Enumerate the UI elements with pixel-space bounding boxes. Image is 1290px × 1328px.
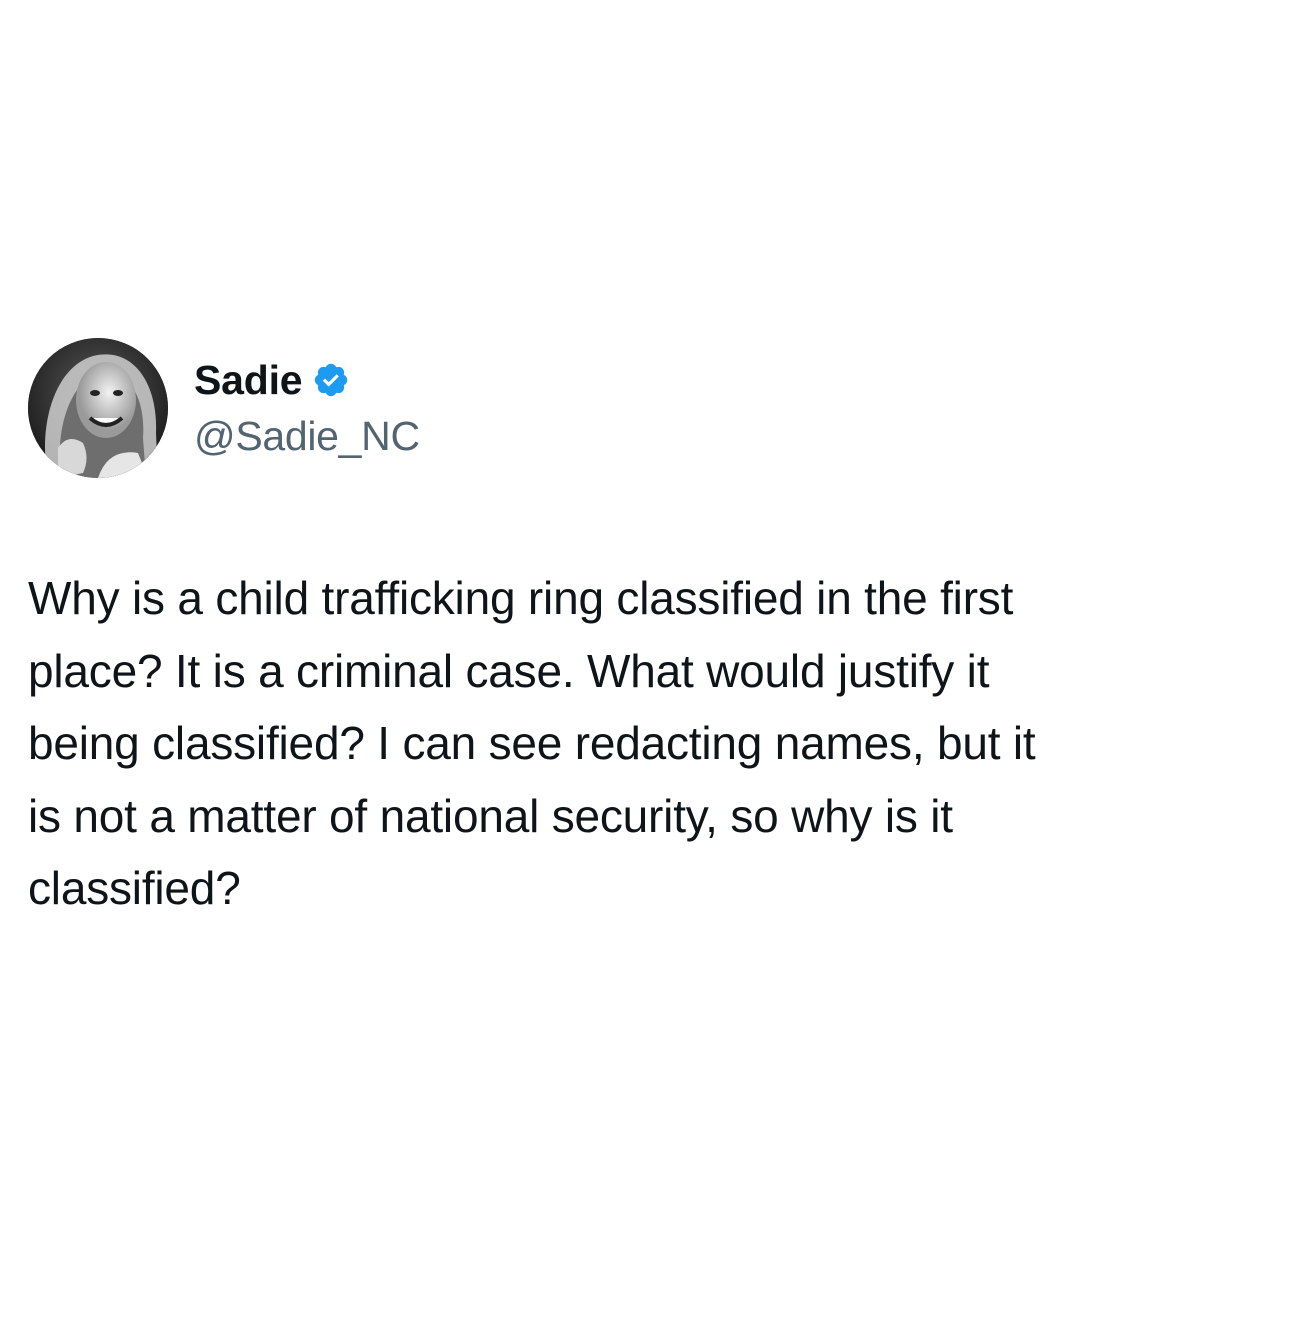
tweet-card: Sadie @Sadie_NC Why is a child trafficki…	[0, 0, 1290, 1328]
display-name[interactable]: Sadie	[194, 354, 303, 406]
author-names: Sadie @Sadie_NC	[194, 354, 420, 462]
tweet-text: Why is a child trafficking ring classifi…	[28, 572, 1036, 915]
avatar-image	[28, 338, 168, 478]
verified-badge-icon	[312, 361, 350, 399]
handle[interactable]: @Sadie_NC	[194, 410, 420, 462]
avatar[interactable]	[28, 338, 168, 478]
name-row: Sadie	[194, 354, 420, 406]
tweet-header: Sadie @Sadie_NC	[28, 338, 420, 478]
